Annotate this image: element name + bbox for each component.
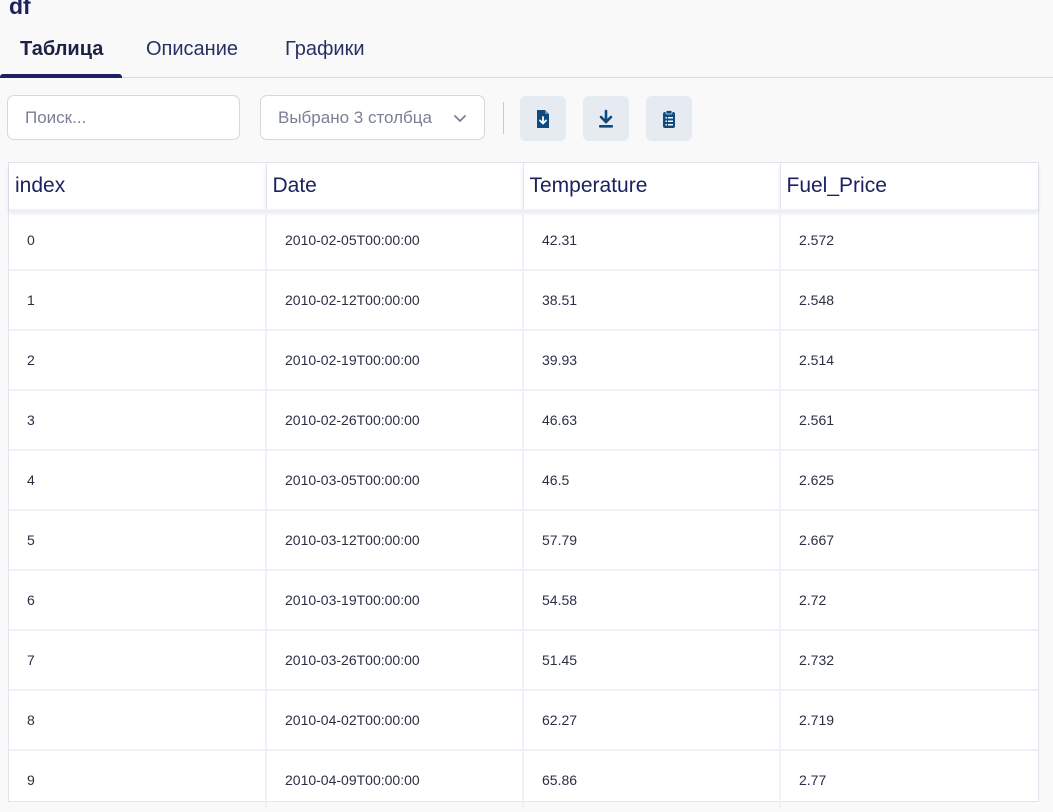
table-cell: 7 — [9, 629, 267, 690]
table-cell: 5 — [9, 509, 267, 570]
table-row: 0 2010-02-05T00:00:00 42.31 2.572 — [9, 209, 1038, 270]
table-cell: 2010-02-26T00:00:00 — [266, 389, 524, 450]
table-cell: 2010-03-12T00:00:00 — [266, 509, 524, 570]
table-row: 5 2010-03-12T00:00:00 57.79 2.667 — [9, 509, 1038, 570]
table-cell: 2 — [9, 329, 267, 390]
active-tab-indicator — [0, 74, 122, 78]
tab-charts[interactable]: Графики — [285, 38, 365, 61]
table-row: 6 2010-03-19T00:00:00 54.58 2.72 — [9, 569, 1038, 630]
dataframe-title: df — [9, 0, 31, 19]
table-cell: 2.514 — [780, 329, 1038, 390]
table-cell: 57.79 — [523, 509, 781, 570]
table-cell: 2010-02-05T00:00:00 — [266, 209, 524, 270]
column-header-index[interactable]: index — [9, 163, 267, 210]
table-cell: 2.572 — [780, 209, 1038, 270]
table-cell: 42.31 — [523, 209, 781, 270]
table-cell: 2010-04-02T00:00:00 — [266, 689, 524, 750]
table-cell: 8 — [9, 689, 267, 750]
table-cell: 46.5 — [523, 449, 781, 510]
table-cell: 2010-03-05T00:00:00 — [266, 449, 524, 510]
columns-select[interactable]: Выбрано 3 столбца — [260, 95, 485, 140]
copy-clipboard-button[interactable] — [646, 96, 692, 141]
table-cell: 2.548 — [780, 269, 1038, 330]
table-row: 7 2010-03-26T00:00:00 51.45 2.732 — [9, 629, 1038, 690]
table-header-row: index Date Temperature Fuel_Price — [9, 163, 1038, 210]
table-row: 3 2010-02-26T00:00:00 46.63 2.561 — [9, 389, 1038, 450]
table-cell: 51.45 — [523, 629, 781, 690]
table-cell: 2010-02-12T00:00:00 — [266, 269, 524, 330]
download-button[interactable] — [583, 96, 629, 141]
table-cell: 4 — [9, 449, 267, 510]
table-cell: 6 — [9, 569, 267, 630]
chevron-down-icon — [454, 114, 466, 122]
table-cell: 2.72 — [780, 569, 1038, 630]
column-header-date[interactable]: Date — [266, 163, 524, 210]
data-table: index Date Temperature Fuel_Price 0 2010-… — [8, 162, 1039, 809]
download-icon — [599, 109, 613, 128]
table-cell: 2.667 — [780, 509, 1038, 570]
table-cell: 0 — [9, 209, 267, 270]
table-cell: 1 — [9, 269, 267, 330]
table-cell: 62.27 — [523, 689, 781, 750]
table-cell: 2010-03-19T00:00:00 — [266, 569, 524, 630]
table-cell: 2.732 — [780, 629, 1038, 690]
table-cell: 3 — [9, 389, 267, 450]
table-cell: 38.51 — [523, 269, 781, 330]
file-download-icon — [537, 109, 549, 128]
table-cell: 2.77 — [780, 749, 1038, 809]
table-cell: 2010-02-19T00:00:00 — [266, 329, 524, 390]
table-cell: 2010-03-26T00:00:00 — [266, 629, 524, 690]
table-row: 8 2010-04-02T00:00:00 62.27 2.719 — [9, 689, 1038, 750]
table-cell: 9 — [9, 749, 267, 809]
table-cell: 2.719 — [780, 689, 1038, 750]
tab-description[interactable]: Описание — [146, 38, 238, 61]
table-cell: 2.625 — [780, 449, 1038, 510]
tab-table[interactable]: Таблица — [20, 38, 103, 61]
export-file-button[interactable] — [520, 96, 566, 141]
table-cell: 2010-04-09T00:00:00 — [266, 749, 524, 809]
table-row: 9 2010-04-09T00:00:00 65.86 2.77 — [9, 749, 1038, 809]
table-cell: 46.63 — [523, 389, 781, 450]
table-cell: 39.93 — [523, 329, 781, 390]
table-cell: 65.86 — [523, 749, 781, 809]
table-row: 4 2010-03-05T00:00:00 46.5 2.625 — [9, 449, 1038, 510]
table-row: 2 2010-02-19T00:00:00 39.93 2.514 — [9, 329, 1038, 390]
table-cell: 54.58 — [523, 569, 781, 630]
column-header-temperature[interactable]: Temperature — [523, 163, 781, 210]
clipboard-list-icon — [663, 109, 675, 128]
table-row: 1 2010-02-12T00:00:00 38.51 2.548 — [9, 269, 1038, 330]
columns-select-value: Выбрано 3 столбца — [278, 107, 432, 127]
search-input[interactable] — [7, 95, 240, 140]
tab-bar: Таблица Описание Графики — [0, 36, 1053, 78]
toolbar-divider — [503, 102, 504, 134]
table-cell: 2.561 — [780, 389, 1038, 450]
column-header-fuel-price[interactable]: Fuel_Price — [780, 163, 1038, 210]
